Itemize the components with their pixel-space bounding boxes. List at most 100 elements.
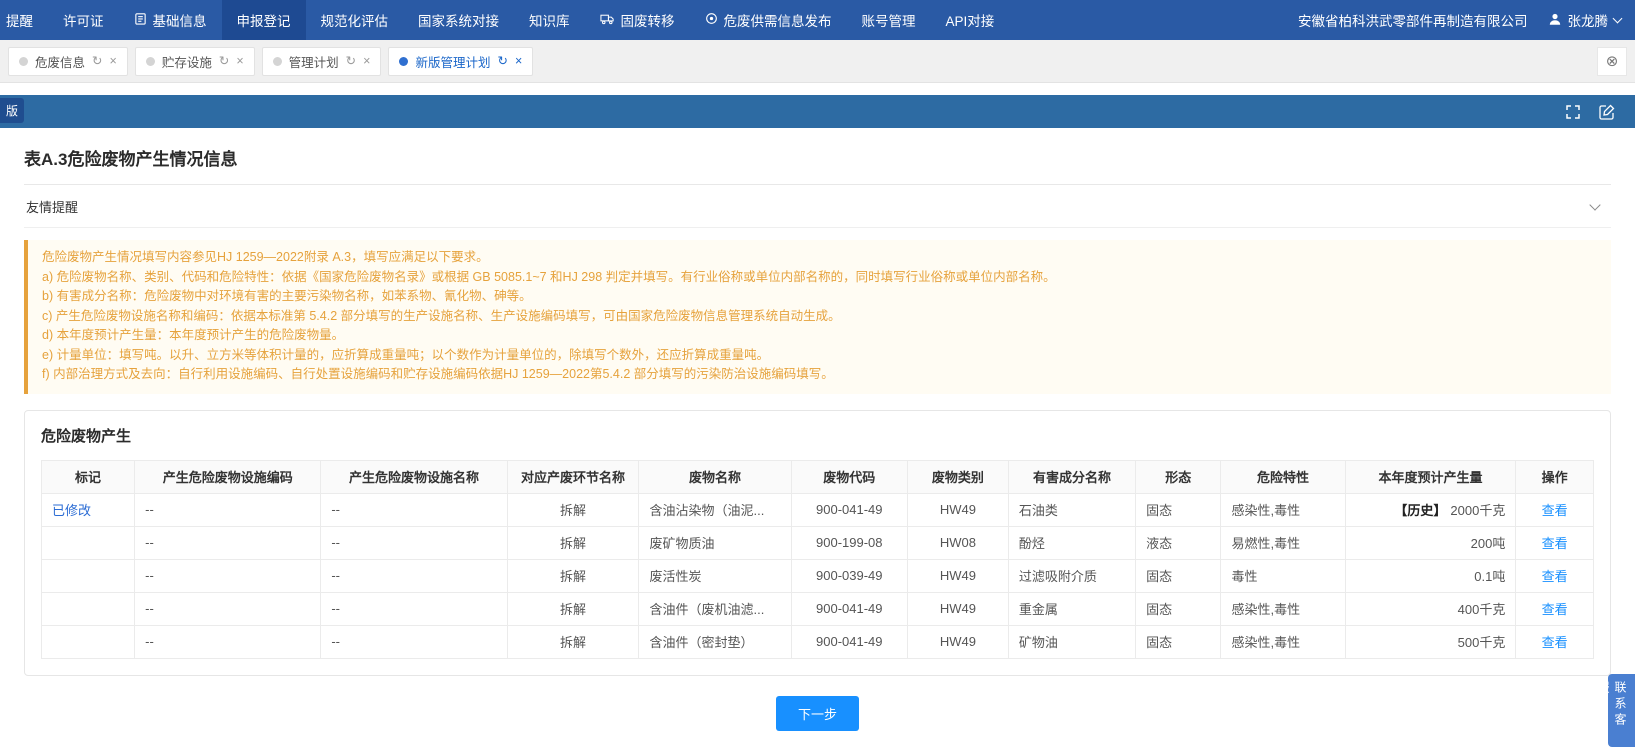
cell-category: HW49 [907, 559, 1008, 592]
col-header-action: 操作 [1516, 460, 1594, 493]
cell-mark [42, 625, 135, 658]
refresh-icon[interactable]: ↻ [346, 55, 356, 68]
friendly-reminder-header[interactable]: 友情提醒 [24, 185, 1611, 228]
amount-value: 400千克 [1458, 602, 1506, 617]
close-icon[interactable]: × [110, 55, 117, 68]
cell-amount: 0.1吨 [1345, 559, 1516, 592]
close-icon[interactable]: × [515, 55, 522, 68]
notice-line: b) 有害成分名称：危险废物中对环境有害的主要污染物名称，如苯系物、氰化物、砷等… [42, 287, 1597, 307]
cell-action: 查看 [1516, 592, 1594, 625]
nav-item-basic-info[interactable]: 基础信息 [119, 0, 222, 40]
cell-amount: 500千克 [1345, 625, 1516, 658]
nav-item-license[interactable]: 许可证 [48, 0, 119, 40]
cell-stage: 拆解 [507, 592, 639, 625]
cell-waste-name: 含油沾染物（油泥... [639, 493, 791, 526]
page-title: 表A.3危险废物产生情况信息 [24, 128, 1611, 185]
nav-item-declare-register[interactable]: 申报登记 [222, 0, 306, 40]
col-header-waste-name: 废物名称 [639, 460, 791, 493]
user-menu[interactable]: 张龙腾 [1548, 10, 1622, 30]
tab-status-dot [273, 57, 282, 66]
next-step-button[interactable]: 下一步 [776, 696, 859, 731]
section-title: 危险废物产生 [41, 425, 1594, 446]
chevron-down-icon [1613, 14, 1623, 24]
view-link[interactable]: 查看 [1542, 503, 1568, 518]
nav-item-label: 基础信息 [153, 10, 207, 30]
col-header-category: 废物类别 [907, 460, 1008, 493]
cell-waste-name: 废矿物质油 [639, 526, 791, 559]
cell-facility-name: -- [321, 559, 507, 592]
cell-facility-name: -- [321, 625, 507, 658]
cell-waste-name: 含油件（废机油滤... [639, 592, 791, 625]
nav-item-reminder[interactable]: 提醒 [0, 0, 48, 40]
nav-item-national-system[interactable]: 国家系统对接 [403, 0, 514, 40]
cell-category: HW49 [907, 493, 1008, 526]
col-header-facility-code: 产生危险废物设施编码 [135, 460, 321, 493]
fullscreen-icon[interactable] [1565, 104, 1581, 120]
cell-hazard: 易燃性,毒性 [1221, 526, 1345, 559]
edit-icon[interactable] [1599, 104, 1615, 120]
cell-action: 查看 [1516, 559, 1594, 592]
nav-item-supply-demand-publish[interactable]: 危废供需信息发布 [690, 0, 847, 40]
cell-form: 固态 [1136, 592, 1221, 625]
nav-right-area: 安徽省柏科洪武零部件再制造有限公司 张龙腾 [1298, 0, 1635, 40]
nav-item-label: 提醒 [6, 10, 33, 30]
tab-waste-info[interactable]: 危废信息 ↻ × [8, 47, 128, 76]
cell-category: HW49 [907, 592, 1008, 625]
cell-form: 固态 [1136, 493, 1221, 526]
tab-new-management-plan[interactable]: 新版管理计划 ↻ × [388, 47, 533, 76]
refresh-icon[interactable]: ↻ [497, 55, 507, 68]
tab-management-plan[interactable]: 管理计划 ↻ × [262, 47, 382, 76]
table-row: -- -- 拆解 含油件（废机油滤... 900-041-49 HW49 重金属… [42, 592, 1594, 625]
section-toolbar: 版 [0, 95, 1635, 128]
close-all-tabs-icon[interactable]: ⊗ [1597, 47, 1627, 76]
clipboard-icon [134, 12, 147, 28]
refresh-icon[interactable]: ↻ [219, 55, 229, 68]
nav-item-standard-assess[interactable]: 规范化评估 [306, 0, 404, 40]
nav-item-label: 国家系统对接 [418, 10, 499, 30]
nav-item-label: API对接 [946, 10, 995, 30]
view-link[interactable]: 查看 [1542, 602, 1568, 617]
cell-harmful: 石油类 [1008, 493, 1135, 526]
cell-stage: 拆解 [507, 559, 639, 592]
close-icon[interactable]: × [363, 55, 370, 68]
cell-action: 查看 [1516, 526, 1594, 559]
notice-line: c) 产生危险废物设施名称和编码：依据本标准第 5.4.2 部分填写的生产设施名… [42, 307, 1597, 327]
modified-badge[interactable]: 已修改 [52, 503, 91, 518]
amount-value: 0.1吨 [1474, 569, 1505, 584]
spacer [0, 83, 1635, 95]
nav-item-waste-transfer[interactable]: 固废转移 [585, 0, 690, 40]
col-header-stage: 对应产废环节名称 [507, 460, 639, 493]
notice-line: e) 计量单位：填写吨。以升、立方米等体积计量的，应折算成重量吨；以个数作为计量… [42, 346, 1597, 366]
col-header-harmful: 有害成分名称 [1008, 460, 1135, 493]
cell-mark [42, 559, 135, 592]
nav-item-label: 危废供需信息发布 [724, 10, 832, 30]
nav-item-label: 账号管理 [862, 10, 916, 30]
waste-table: 标记 产生危险废物设施编码 产生危险废物设施名称 对应产废环节名称 废物名称 废… [41, 460, 1594, 659]
view-link[interactable]: 查看 [1542, 635, 1568, 650]
close-icon[interactable]: × [236, 55, 243, 68]
view-link[interactable]: 查看 [1542, 569, 1568, 584]
cell-harmful: 酚烃 [1008, 526, 1135, 559]
cell-waste-code: 900-041-49 [791, 592, 907, 625]
nav-item-account-manage[interactable]: 账号管理 [847, 0, 931, 40]
contact-support-button[interactable]: 联系客服 [1608, 674, 1635, 747]
refresh-icon[interactable]: ↻ [92, 55, 102, 68]
nav-item-api[interactable]: API对接 [931, 0, 1010, 40]
chevron-down-icon[interactable] [1589, 199, 1600, 210]
view-link[interactable]: 查看 [1542, 536, 1568, 551]
notice-line: a) 危险废物名称、类别、代码和危险特性：依据《国家危险废物名录》或根据 GB … [42, 268, 1597, 288]
history-tag[interactable]: 【历史】 [1394, 503, 1446, 518]
user-name: 张龙腾 [1568, 10, 1609, 30]
table-row: -- -- 拆解 废活性炭 900-039-49 HW49 过滤吸附介质 固态 … [42, 559, 1594, 592]
notice-box: 危险废物产生情况填写内容参见HJ 1259—2022附录 A.3，填写应满足以下… [24, 240, 1611, 394]
version-tag[interactable]: 版 [0, 98, 24, 123]
tab-label: 管理计划 [289, 52, 339, 71]
tab-storage-facility[interactable]: 贮存设施 ↻ × [135, 47, 255, 76]
cell-amount: 200吨 [1345, 526, 1516, 559]
cell-stage: 拆解 [507, 625, 639, 658]
nav-item-knowledge-base[interactable]: 知识库 [514, 0, 585, 40]
notice-line: 危险废物产生情况填写内容参见HJ 1259—2022附录 A.3，填写应满足以下… [42, 248, 1597, 268]
col-header-hazard: 危险特性 [1221, 460, 1345, 493]
table-row: 已修改 -- -- 拆解 含油沾染物（油泥... 900-041-49 HW49… [42, 493, 1594, 526]
top-navbar: 提醒 许可证 基础信息 申报登记 规范化评估 国家系统对接 知识库 固废转移 危… [0, 0, 1635, 40]
